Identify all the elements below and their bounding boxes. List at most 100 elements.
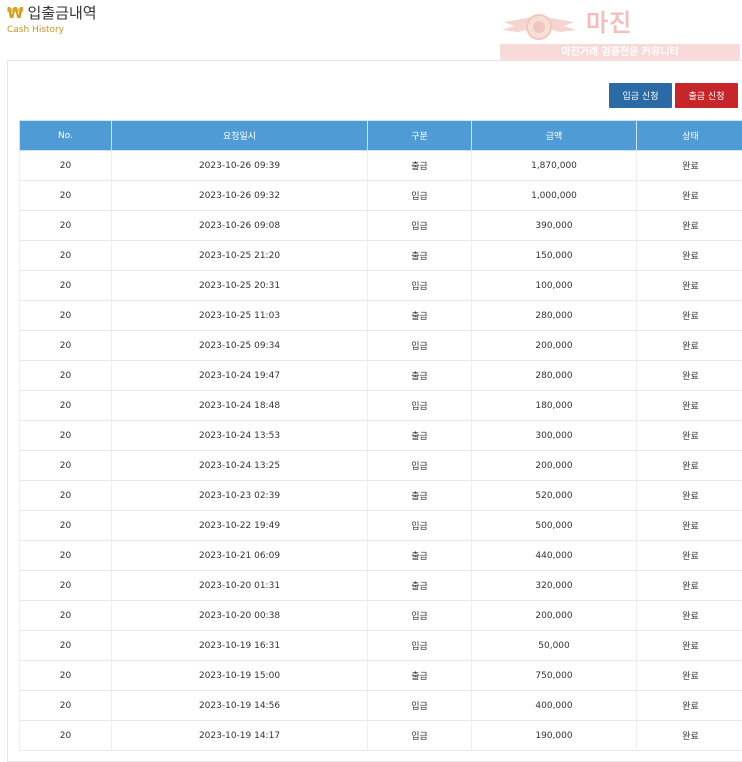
cell-amount: 200,000 bbox=[472, 601, 637, 631]
cell-no: 20 bbox=[20, 601, 112, 631]
cell-no: 20 bbox=[20, 331, 112, 361]
cell-amount: 200,000 bbox=[472, 451, 637, 481]
cell-status: 완료 bbox=[637, 301, 742, 331]
cell-datetime: 2023-10-25 20:31 bbox=[112, 271, 368, 301]
cell-amount: 150,000 bbox=[472, 241, 637, 271]
won-sign-icon: ₩ bbox=[7, 3, 24, 23]
cell-datetime: 2023-10-26 09:32 bbox=[112, 181, 368, 211]
cell-datetime: 2023-10-25 09:34 bbox=[112, 331, 368, 361]
cell-datetime: 2023-10-23 02:39 bbox=[112, 481, 368, 511]
cell-kind: 출금 bbox=[368, 151, 472, 181]
cell-datetime: 2023-10-22 19:49 bbox=[112, 511, 368, 541]
table-row: 202023-10-24 19:47출금280,000완료 bbox=[20, 361, 742, 391]
cell-status: 완료 bbox=[637, 661, 742, 691]
cell-kind: 출금 bbox=[368, 571, 472, 601]
cell-kind: 입금 bbox=[368, 691, 472, 721]
table-row: 202023-10-19 16:31입금50,000완료 bbox=[20, 631, 742, 661]
page-header: ₩ 입출금내역 Cash History bbox=[7, 3, 97, 35]
cash-history-table: No. 요청일시 구분 금액 상태 202023-10-26 09:39출금1,… bbox=[19, 120, 742, 751]
history-panel: 입금 신청 출금 신청 No. 요청일시 구분 금액 상태 202023-10-… bbox=[7, 60, 742, 762]
cell-no: 20 bbox=[20, 451, 112, 481]
cell-amount: 750,000 bbox=[472, 661, 637, 691]
deposit-request-button[interactable]: 입금 신청 bbox=[609, 83, 672, 108]
cell-status: 완료 bbox=[637, 151, 742, 181]
cell-kind: 출금 bbox=[368, 541, 472, 571]
cell-status: 완료 bbox=[637, 541, 742, 571]
cell-status: 완료 bbox=[637, 421, 742, 451]
table-row: 202023-10-22 19:49입금500,000완료 bbox=[20, 511, 742, 541]
table-row: 202023-10-20 01:31출금320,000완료 bbox=[20, 571, 742, 601]
table-row: 202023-10-26 09:08입금390,000완료 bbox=[20, 211, 742, 241]
cell-amount: 100,000 bbox=[472, 271, 637, 301]
cell-kind: 입금 bbox=[368, 391, 472, 421]
cell-amount: 300,000 bbox=[472, 421, 637, 451]
cell-no: 20 bbox=[20, 241, 112, 271]
column-header-datetime: 요청일시 bbox=[112, 121, 368, 151]
column-header-kind: 구분 bbox=[368, 121, 472, 151]
cell-no: 20 bbox=[20, 511, 112, 541]
table-row: 202023-10-21 06:09출금440,000완료 bbox=[20, 541, 742, 571]
cell-kind: 출금 bbox=[368, 301, 472, 331]
cell-datetime: 2023-10-19 14:17 bbox=[112, 721, 368, 751]
cell-status: 완료 bbox=[637, 361, 742, 391]
cell-amount: 500,000 bbox=[472, 511, 637, 541]
cell-status: 완료 bbox=[637, 511, 742, 541]
cell-datetime: 2023-10-26 09:08 bbox=[112, 211, 368, 241]
cell-no: 20 bbox=[20, 661, 112, 691]
table-row: 202023-10-25 20:31입금100,000완료 bbox=[20, 271, 742, 301]
cell-amount: 520,000 bbox=[472, 481, 637, 511]
cell-amount: 1,870,000 bbox=[472, 151, 637, 181]
cell-kind: 입금 bbox=[368, 601, 472, 631]
site-watermark: 마진 마진거래 검증전문 커뮤니티 bbox=[500, 8, 740, 64]
cell-status: 완료 bbox=[637, 271, 742, 301]
cell-status: 완료 bbox=[637, 691, 742, 721]
cell-status: 완료 bbox=[637, 391, 742, 421]
cell-datetime: 2023-10-21 06:09 bbox=[112, 541, 368, 571]
cell-kind: 입금 bbox=[368, 211, 472, 241]
cell-datetime: 2023-10-24 13:25 bbox=[112, 451, 368, 481]
cell-amount: 1,000,000 bbox=[472, 181, 637, 211]
cell-amount: 200,000 bbox=[472, 331, 637, 361]
cell-status: 완료 bbox=[637, 241, 742, 271]
cell-status: 완료 bbox=[637, 181, 742, 211]
cell-datetime: 2023-10-24 19:47 bbox=[112, 361, 368, 391]
cell-no: 20 bbox=[20, 271, 112, 301]
watermark-logo: 마진 bbox=[586, 8, 632, 38]
cell-no: 20 bbox=[20, 631, 112, 661]
cell-amount: 440,000 bbox=[472, 541, 637, 571]
cell-status: 완료 bbox=[637, 721, 742, 751]
cell-no: 20 bbox=[20, 421, 112, 451]
cell-datetime: 2023-10-19 16:31 bbox=[112, 631, 368, 661]
cell-status: 완료 bbox=[637, 481, 742, 511]
table-row: 202023-10-19 15:00출금750,000완료 bbox=[20, 661, 742, 691]
cell-amount: 50,000 bbox=[472, 631, 637, 661]
cell-status: 완료 bbox=[637, 331, 742, 361]
cell-kind: 입금 bbox=[368, 181, 472, 211]
table-row: 202023-10-24 13:53출금300,000완료 bbox=[20, 421, 742, 451]
cell-datetime: 2023-10-24 18:48 bbox=[112, 391, 368, 421]
winged-emblem-icon bbox=[500, 12, 578, 44]
cell-status: 완료 bbox=[637, 631, 742, 661]
cell-no: 20 bbox=[20, 151, 112, 181]
cell-no: 20 bbox=[20, 721, 112, 751]
cell-no: 20 bbox=[20, 361, 112, 391]
cell-kind: 입금 bbox=[368, 451, 472, 481]
table-row: 202023-10-24 18:48입금180,000완료 bbox=[20, 391, 742, 421]
cell-amount: 180,000 bbox=[472, 391, 637, 421]
cell-status: 완료 bbox=[637, 211, 742, 241]
cell-amount: 390,000 bbox=[472, 211, 637, 241]
table-row: 202023-10-25 09:34입금200,000완료 bbox=[20, 331, 742, 361]
column-header-status: 상태 bbox=[637, 121, 742, 151]
withdraw-request-button[interactable]: 출금 신청 bbox=[675, 83, 738, 108]
table-header-row: No. 요청일시 구분 금액 상태 bbox=[20, 121, 742, 151]
table-row: 202023-10-19 14:56입금400,000완료 bbox=[20, 691, 742, 721]
page-title: 입출금내역 bbox=[28, 3, 97, 23]
cell-kind: 출금 bbox=[368, 361, 472, 391]
table-row: 202023-10-24 13:25입금200,000완료 bbox=[20, 451, 742, 481]
cell-kind: 출금 bbox=[368, 241, 472, 271]
table-row: 202023-10-25 21:20출금150,000완료 bbox=[20, 241, 742, 271]
title-row: ₩ 입출금내역 bbox=[7, 3, 97, 23]
cell-status: 완료 bbox=[637, 451, 742, 481]
cell-amount: 280,000 bbox=[472, 301, 637, 331]
cell-no: 20 bbox=[20, 691, 112, 721]
